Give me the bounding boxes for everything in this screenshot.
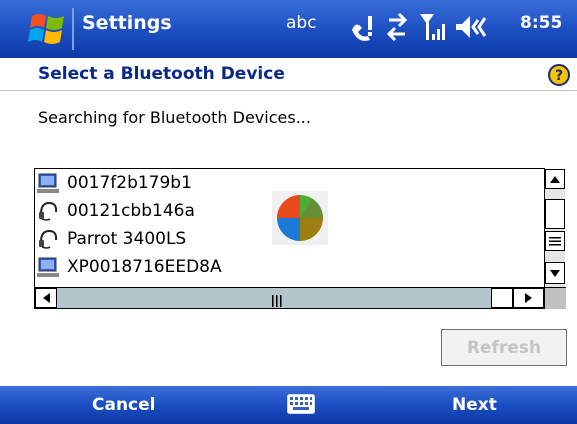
computer-icon bbox=[37, 173, 59, 193]
clock[interactable]: 8:55 bbox=[520, 13, 562, 33]
scrollbar-corner bbox=[544, 287, 566, 309]
cancel-softkey[interactable]: Cancel bbox=[92, 395, 155, 415]
windows-start-icon[interactable] bbox=[26, 10, 72, 48]
title-separator bbox=[72, 8, 74, 50]
menu-bar: Cancel Next bbox=[0, 386, 577, 424]
scroll-thumb[interactable] bbox=[545, 199, 565, 229]
page-header: Select a Bluetooth Device ? bbox=[0, 58, 577, 91]
arrow-left-icon bbox=[42, 293, 50, 303]
computer-icon bbox=[37, 257, 59, 277]
scroll-grip[interactable] bbox=[272, 292, 282, 307]
svg-text:?: ? bbox=[555, 68, 563, 84]
title-bar: Settings abc 8:55 bbox=[0, 0, 577, 58]
scroll-left-button[interactable] bbox=[35, 288, 57, 308]
data-sync-icon[interactable] bbox=[383, 10, 411, 44]
device-name: 0017f2b179b1 bbox=[67, 173, 192, 193]
scroll-down-button[interactable] bbox=[545, 262, 565, 284]
refresh-button[interactable]: Refresh bbox=[441, 329, 567, 366]
scroll-grip[interactable] bbox=[545, 231, 565, 251]
busy-wait-icon bbox=[272, 191, 328, 245]
device-name: Parrot 3400LS bbox=[67, 229, 187, 249]
scroll-thumb[interactable] bbox=[491, 288, 513, 308]
headset-icon bbox=[39, 201, 58, 221]
arrow-up-icon bbox=[550, 175, 560, 183]
headset-icon bbox=[39, 229, 58, 249]
vertical-scrollbar[interactable] bbox=[544, 169, 565, 287]
list-item[interactable]: XP0018716EED8A bbox=[35, 253, 544, 281]
page-title: Select a Bluetooth Device bbox=[38, 64, 285, 84]
input-mode-indicator[interactable]: abc bbox=[286, 13, 317, 33]
grip-icon bbox=[549, 236, 561, 245]
grip-icon bbox=[272, 295, 282, 307]
volume-icon[interactable] bbox=[454, 10, 488, 44]
arrow-down-icon bbox=[550, 269, 560, 277]
horizontal-scrollbar[interactable] bbox=[35, 287, 544, 308]
scroll-right-button[interactable] bbox=[513, 288, 544, 308]
keyboard-icon[interactable] bbox=[287, 394, 315, 414]
connectivity-icon[interactable] bbox=[348, 10, 376, 44]
arrow-right-icon bbox=[525, 293, 532, 303]
search-status-text: Searching for Bluetooth Devices... bbox=[38, 108, 311, 127]
device-name: 00121cbb146a bbox=[67, 201, 195, 221]
app-title: Settings bbox=[82, 12, 172, 34]
next-softkey[interactable]: Next bbox=[452, 395, 497, 415]
help-icon[interactable]: ? bbox=[548, 64, 570, 86]
device-name: XP0018716EED8A bbox=[67, 257, 222, 277]
signal-strength-icon[interactable] bbox=[418, 10, 448, 44]
scroll-up-button[interactable] bbox=[545, 169, 565, 189]
